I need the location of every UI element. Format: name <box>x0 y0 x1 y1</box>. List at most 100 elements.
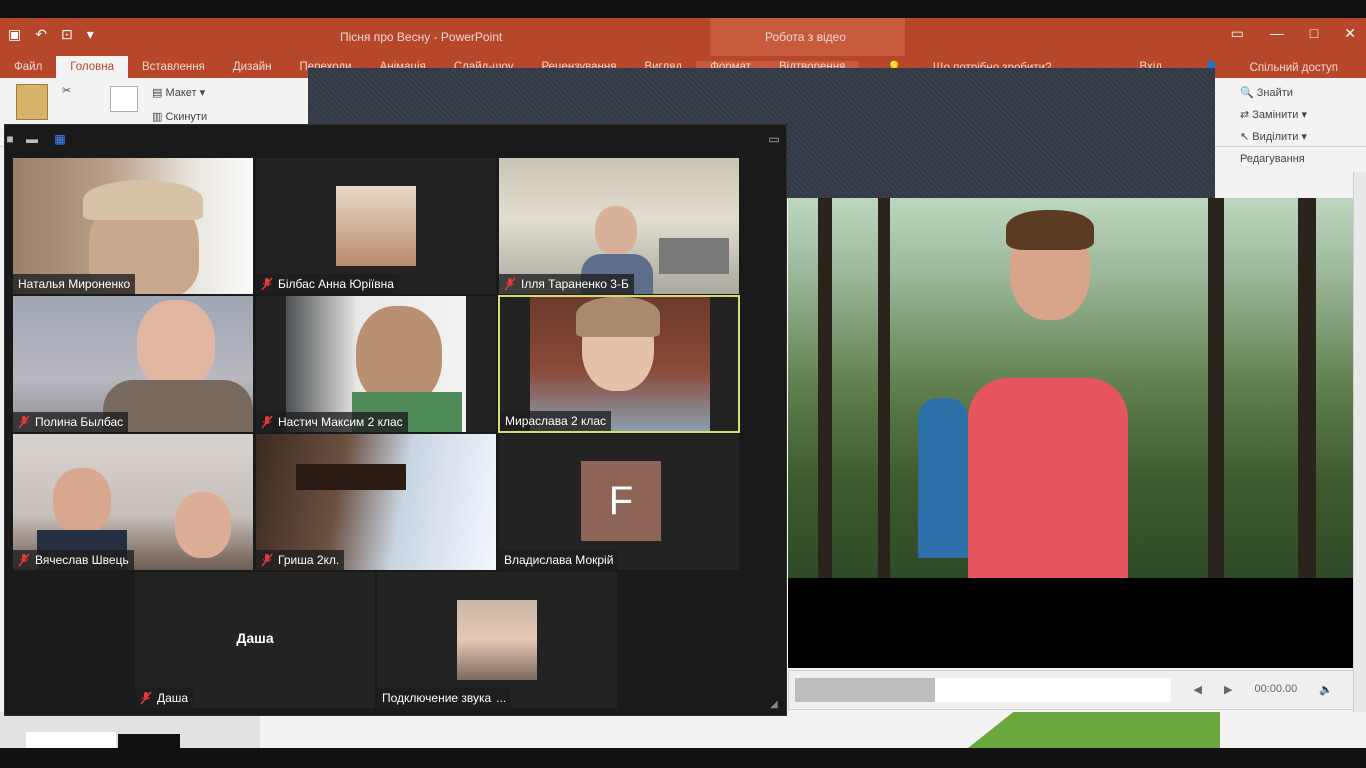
vertical-scrollbar[interactable] <box>1353 172 1366 712</box>
thumbnail-white <box>26 732 116 748</box>
profile-photo <box>457 600 537 680</box>
participant-tile[interactable]: Білбас Анна Юріївна <box>256 158 496 294</box>
participant-center-name: Даша <box>236 630 274 646</box>
find-button[interactable]: 🔍 Знайти <box>1240 82 1307 104</box>
participant-tile[interactable]: Даша Даша <box>135 572 375 708</box>
find-label: Знайти <box>1256 87 1293 99</box>
tree <box>1208 198 1224 578</box>
slide-video[interactable] <box>788 198 1354 578</box>
slideshow-icon[interactable]: ⊡ <box>61 26 73 43</box>
video-progress-track[interactable] <box>935 678 1171 702</box>
editing-group: 🔍 Знайти ⇄ Замінити ▾ ↖ Виділити ▾ Редаг… <box>1240 82 1307 170</box>
speaker-view-icon[interactable]: ▬ <box>25 132 39 146</box>
boy-head <box>175 492 231 558</box>
boy-head <box>595 206 637 256</box>
tab-file[interactable]: Файл <box>0 61 56 73</box>
connecting-indicator: ... <box>496 691 507 705</box>
participant-name-bar: Вячеслав Швець <box>13 550 134 570</box>
avatar: F <box>581 461 661 541</box>
participant-name-bar: Гриша 2кл. <box>256 550 345 570</box>
video-progress-played[interactable] <box>795 678 935 702</box>
boy-head <box>356 306 442 406</box>
select-label: Виділити <box>1252 131 1299 143</box>
reset-button[interactable]: ▥ Скинути <box>152 110 207 123</box>
boy-head <box>53 468 111 534</box>
resize-handle-icon[interactable]: ◢ <box>770 699 782 711</box>
participant-name-bar: Полина Былбас <box>13 412 129 432</box>
minimize-icon[interactable]: — <box>1270 25 1284 42</box>
volume-icon[interactable]: 🔈 <box>1319 683 1333 696</box>
muted-mic-icon <box>261 553 273 567</box>
tab-home[interactable]: Головна <box>56 56 128 78</box>
participant-name: Полина Былбас <box>35 415 124 429</box>
muted-mic-icon <box>18 415 30 429</box>
maximize-icon[interactable]: □ <box>1310 25 1318 42</box>
video-time: 00:00.00 <box>1254 683 1298 695</box>
layout-button[interactable]: ▤ Макет ▾ <box>152 86 205 99</box>
participant-tile[interactable]: Вячеслав Швець <box>13 434 253 570</box>
replace-label: Замінити <box>1252 109 1299 121</box>
cut-icon[interactable]: ✂ <box>62 84 71 97</box>
stove <box>659 238 729 274</box>
rewind-icon[interactable]: ◀ <box>1194 683 1202 696</box>
participant-name: Подключение звука <box>382 691 492 705</box>
ribbon-options-icon[interactable]: ▭ <box>1231 25 1244 42</box>
new-slide-icon[interactable] <box>110 86 138 112</box>
video-letterbox <box>788 578 1354 668</box>
ppt-context-title: Робота з відео <box>765 30 847 44</box>
participant-name-bar: Владислава Мокрій <box>499 550 619 570</box>
participant-tile[interactable]: Подключение звука ... <box>377 572 617 708</box>
reset-label: Скинути <box>165 111 208 123</box>
chair <box>296 464 406 490</box>
participant-tile[interactable]: Полина Былбас <box>13 296 253 432</box>
muted-mic-icon <box>261 415 273 429</box>
tree <box>878 198 890 578</box>
select-button[interactable]: ↖ Виділити ▾ <box>1240 126 1307 148</box>
man-shirt <box>968 378 1128 578</box>
participant-name-bar: Мираслава 2 клас <box>500 411 612 431</box>
hair <box>83 180 203 220</box>
paste-icon[interactable] <box>16 84 48 120</box>
participant-name: Настич Максим 2 клас <box>278 415 403 429</box>
participant-name-bar: Настич Максим 2 клас <box>256 412 408 432</box>
participant-name-bar: Подключение звука ... <box>377 688 512 708</box>
save-icon[interactable]: ▣ <box>8 26 21 43</box>
background-person <box>918 398 968 558</box>
muted-mic-icon <box>140 691 152 705</box>
play-icon[interactable]: ▶ <box>1224 683 1232 696</box>
participant-tile[interactable]: Настич Максим 2 клас <box>256 296 496 432</box>
participant-name: Наталья Мироненко <box>18 277 131 291</box>
undo-icon[interactable]: ↶ <box>35 26 47 43</box>
ppt-title: Пісня про Весну - PowerPoint <box>340 30 503 44</box>
participant-tile-active-speaker[interactable]: Мираслава 2 клас <box>498 295 740 433</box>
participant-tile[interactable]: Гриша 2кл. <box>256 434 496 570</box>
exit-minimize-icon[interactable]: ▭ <box>767 132 781 146</box>
zoom-toolbar: ■ ▬ ▦ ▭ <box>5 125 786 153</box>
participant-name-bar: Наталья Мироненко <box>13 274 136 294</box>
ppt-titlebar: ▣ ↶ ⊡ ▾ Пісня про Весну - PowerPoint Роб… <box>0 18 1366 76</box>
quick-access-toolbar: ▣ ↶ ⊡ ▾ <box>8 26 94 43</box>
tree <box>1298 198 1316 578</box>
close-icon[interactable]: ✕ <box>1344 25 1356 42</box>
gallery-view-icon[interactable]: ▦ <box>53 132 67 146</box>
participant-name: Ілля Тараненко 3-Б <box>521 277 629 291</box>
replace-button[interactable]: ⇄ Замінити ▾ <box>1240 104 1307 126</box>
tab-insert[interactable]: Вставлення <box>128 61 219 73</box>
participant-tile[interactable]: F Владислава Мокрій <box>499 434 739 570</box>
participant-tile[interactable]: Наталья Мироненко <box>13 158 253 294</box>
muted-mic-icon <box>18 553 30 567</box>
participant-name-bar: Ілля Тараненко 3-Б <box>499 274 634 294</box>
layout-label: Макет <box>165 87 197 99</box>
thumbnail-black <box>118 734 180 748</box>
editing-group-label: Редагування <box>1240 153 1305 165</box>
muted-mic-icon <box>261 277 273 291</box>
participant-tile[interactable]: Ілля Тараненко 3-Б <box>499 158 739 294</box>
participant-name: Гриша 2кл. <box>278 553 340 567</box>
tab-design[interactable]: Дизайн <box>219 61 286 73</box>
participant-name: Мираслава 2 клас <box>505 414 607 428</box>
profile-photo <box>336 186 416 266</box>
slide-thumbnail-strip <box>0 712 260 748</box>
customize-qat-icon[interactable]: ▾ <box>87 26 94 43</box>
dot-icon: ■ <box>6 132 14 146</box>
video-buttons: ◀ ▶ 00:00.00 🔈 <box>1194 683 1333 696</box>
